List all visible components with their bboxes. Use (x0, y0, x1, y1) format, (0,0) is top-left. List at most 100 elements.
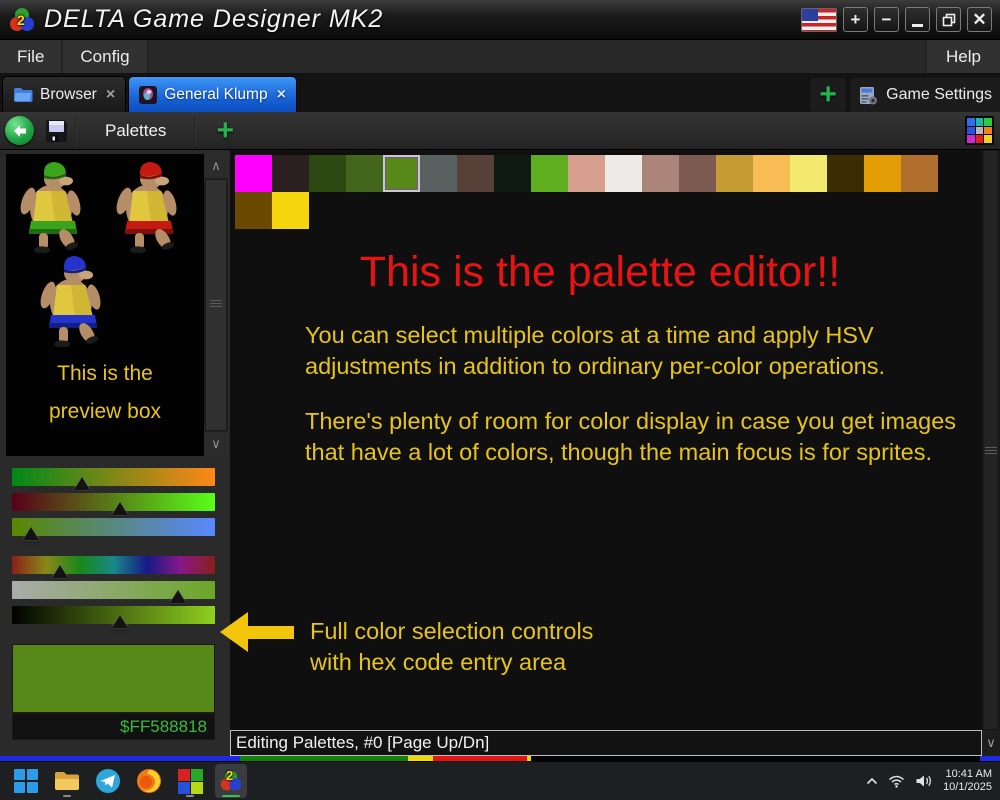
windows-logo-icon (14, 769, 38, 793)
app-window: 2 DELTA Game Designer MK2 + − ✕ File Con… (0, 0, 1000, 800)
palette-grid-icon[interactable] (965, 116, 994, 145)
green-channel-slider-marker[interactable] (112, 502, 128, 515)
language-flag-icon[interactable] (801, 8, 837, 32)
save-icon[interactable] (43, 118, 69, 144)
tab-browser[interactable]: Browser × (2, 76, 126, 112)
palette-swatch[interactable] (531, 155, 568, 192)
preview-canvas[interactable]: This is the preview box (6, 154, 204, 456)
preview-sprite-green-hat-klump[interactable] (11, 157, 89, 253)
add-tab-button[interactable]: + (810, 78, 846, 112)
add-palette-button[interactable]: + (202, 116, 248, 146)
toolbar-title: Palettes (83, 121, 188, 141)
tab-close-icon[interactable]: × (106, 86, 115, 104)
tab-general-klump[interactable]: General Klump × (128, 76, 297, 112)
toolbar: Palettes + (0, 112, 1000, 150)
palette-swatch[interactable] (679, 155, 716, 192)
clock-time: 10:41 AM (946, 768, 992, 781)
blue-channel-slider-bar[interactable] (12, 518, 215, 536)
palette-swatch[interactable] (235, 155, 272, 192)
palette-swatch[interactable] (420, 155, 457, 192)
palette-grid (235, 155, 938, 229)
scroll-down-button[interactable]: ∨ (204, 432, 228, 456)
scroll-down-button[interactable]: ∨ (982, 730, 1000, 756)
taskbar: 2 10:41 AM 10/1/2025 (0, 761, 1000, 800)
firefox-button[interactable] (133, 764, 165, 798)
palette-swatch[interactable] (901, 155, 938, 192)
color-app-button[interactable] (174, 764, 206, 798)
close-button[interactable]: ✕ (967, 7, 992, 32)
tabbar: Browser × General Klump × + (0, 74, 1000, 112)
start-button[interactable] (10, 764, 42, 798)
menu-file[interactable]: File (0, 40, 63, 73)
palette-swatch[interactable] (642, 155, 679, 192)
tab-close-icon[interactable]: × (277, 86, 286, 104)
palette-swatch[interactable] (494, 155, 531, 192)
file-explorer-button[interactable] (51, 764, 83, 798)
palette-swatch[interactable] (827, 155, 864, 192)
speaker-icon[interactable] (915, 774, 933, 788)
status-bar: Editing Palettes, #0 [Page Up/Dn] (230, 730, 982, 756)
menu-config[interactable]: Config (63, 40, 148, 73)
hex-entry-field[interactable]: $FF588818 (12, 713, 215, 740)
game-settings-button[interactable]: Game Settings (850, 78, 1000, 112)
palette-editor-area: This is the palette editor!! You can sel… (230, 150, 1000, 756)
palette-swatch[interactable] (790, 155, 827, 192)
telegram-button[interactable] (92, 764, 124, 798)
preview-sprite-red-hat-klump[interactable] (107, 157, 185, 253)
scroll-thumb[interactable] (983, 150, 999, 730)
preview-sprite-blue-hat-klump[interactable] (31, 251, 109, 347)
game-settings-icon (858, 85, 879, 106)
sprite-thumbnail-icon (139, 86, 157, 104)
editor-paragraph: You can select multiple colors at a time… (305, 320, 885, 382)
minimize-button[interactable] (905, 7, 930, 32)
left-panel: This is the preview box (0, 150, 230, 756)
preview-caption: This is the preview box (7, 355, 203, 431)
scroll-up-button[interactable]: ∧ (204, 154, 228, 178)
blue-channel-slider-marker[interactable] (23, 527, 39, 540)
editor-heading: This is the palette editor!! (230, 248, 970, 297)
firefox-icon (136, 768, 162, 794)
value-slider-marker[interactable] (112, 615, 128, 628)
menubar: File Config Help (0, 40, 1000, 74)
tab-label: General Klump (164, 86, 267, 104)
palette-swatch[interactable] (716, 155, 753, 192)
clock-date: 10/1/2025 (943, 781, 992, 794)
folder-icon (13, 87, 33, 103)
palette-swatch[interactable] (753, 155, 790, 192)
palette-swatch[interactable] (864, 155, 901, 192)
palette-swatch[interactable] (235, 192, 272, 229)
taskbar-clock[interactable]: 10:41 AM 10/1/2025 (943, 768, 992, 794)
titlebar: 2 DELTA Game Designer MK2 + − ✕ (0, 0, 1000, 40)
hue-slider-marker[interactable] (52, 565, 68, 578)
tab-label: Browser (40, 86, 97, 104)
palette-swatch[interactable] (346, 155, 383, 192)
scroll-thumb[interactable] (205, 179, 227, 431)
zoom-out-button[interactable]: − (874, 7, 899, 32)
red-channel-slider-bar[interactable] (12, 468, 215, 486)
palette-swatch[interactable] (568, 155, 605, 192)
four-color-grid-icon (178, 769, 203, 794)
toolbar-separator (75, 116, 77, 146)
toolbar-separator (194, 116, 196, 146)
current-color-swatch[interactable] (12, 644, 215, 713)
palette-swatch[interactable] (457, 155, 494, 192)
preview-scrollbar[interactable]: ∧ ∨ (204, 154, 228, 456)
tray-chevron-up-icon[interactable] (866, 777, 878, 785)
menu-help[interactable]: Help (925, 40, 1000, 73)
wifi-icon[interactable] (888, 775, 905, 788)
palette-swatch[interactable] (272, 155, 309, 192)
palette-swatch[interactable] (272, 192, 309, 229)
palette-swatch[interactable] (383, 155, 420, 192)
delta-app-button[interactable]: 2 (215, 764, 247, 798)
palette-swatch[interactable] (605, 155, 642, 192)
restore-icon (942, 13, 956, 27)
hue-slider-bar[interactable] (12, 556, 215, 574)
restore-button[interactable] (936, 7, 961, 32)
main-scrollbar[interactable]: ∨ (982, 150, 1000, 756)
back-button[interactable] (5, 116, 34, 145)
palette-swatch[interactable] (309, 155, 346, 192)
telegram-icon (95, 768, 121, 794)
saturation-slider-marker[interactable] (170, 590, 186, 603)
zoom-in-button[interactable]: + (843, 7, 868, 32)
red-channel-slider-marker[interactable] (74, 477, 90, 490)
